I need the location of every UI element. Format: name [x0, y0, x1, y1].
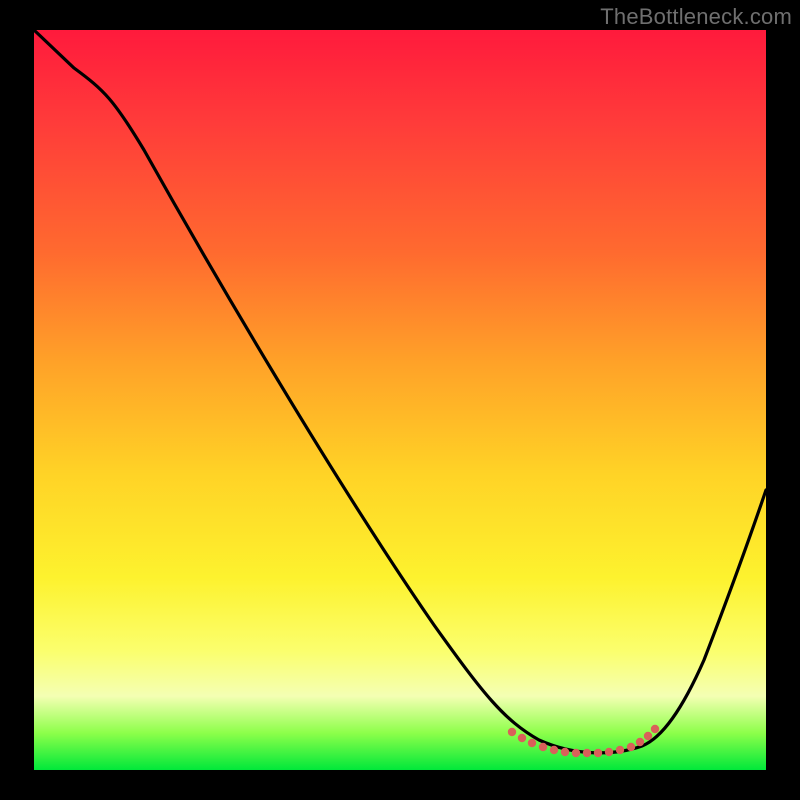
chart-frame: TheBottleneck.com [0, 0, 800, 800]
plot-area [34, 30, 766, 770]
curve-layer [34, 30, 766, 770]
trough-band [508, 725, 659, 757]
watermark-text: TheBottleneck.com [600, 4, 792, 30]
bottleneck-curve [34, 30, 766, 753]
